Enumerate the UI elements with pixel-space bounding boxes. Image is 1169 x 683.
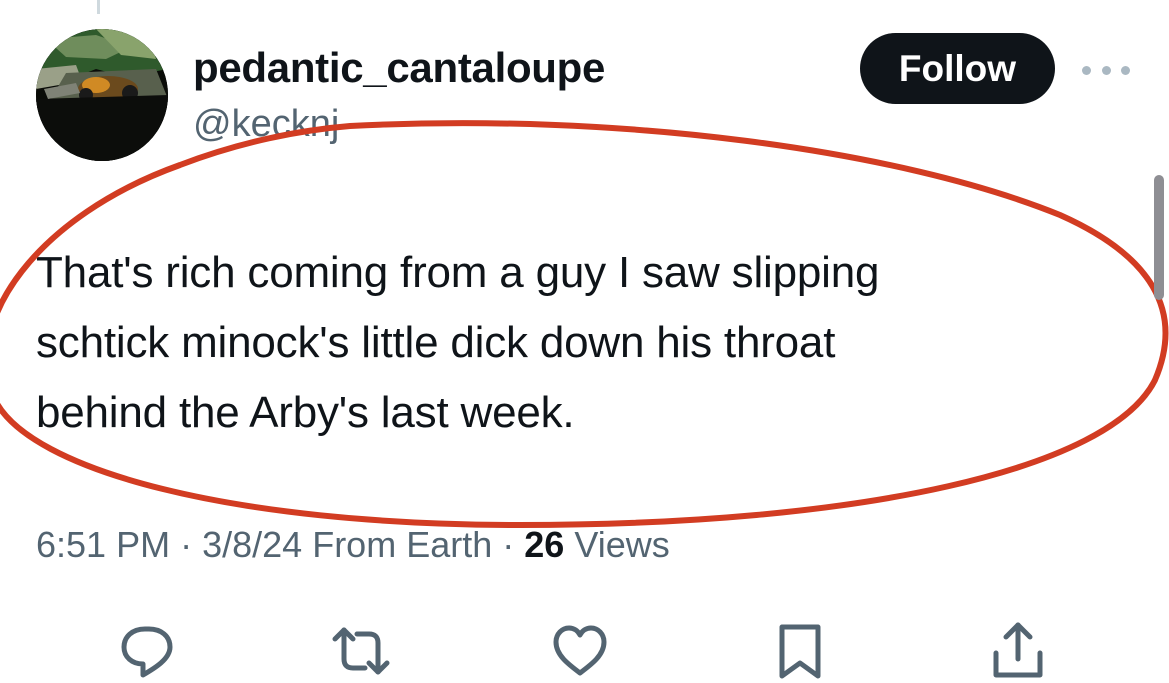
tweet-text-line: behind the Arby's last week. bbox=[36, 388, 575, 437]
meta-separator: · bbox=[180, 524, 203, 565]
views-label[interactable]: Views bbox=[574, 524, 669, 565]
more-dot bbox=[1101, 65, 1111, 75]
tweet-page: pedantic_cantaloupe @kecknj Follow That'… bbox=[0, 0, 1169, 683]
more-dot bbox=[1121, 65, 1130, 75]
retweet-icon[interactable] bbox=[331, 621, 391, 681]
follow-button[interactable]: Follow bbox=[860, 33, 1055, 104]
tweet-text-line: That's rich coming from a guy I saw slip… bbox=[36, 248, 880, 297]
avatar-image bbox=[36, 29, 168, 161]
tweet-source: From Earth bbox=[312, 524, 493, 565]
more-dot bbox=[1082, 65, 1091, 75]
tweet-date[interactable]: 3/8/24 bbox=[202, 524, 302, 565]
views-count[interactable]: 26 bbox=[524, 524, 564, 565]
action-bar bbox=[0, 615, 1169, 683]
meta-separator: · bbox=[502, 524, 525, 565]
like-icon[interactable] bbox=[550, 621, 610, 681]
tweet-time[interactable]: 6:51 PM bbox=[36, 524, 170, 565]
tweet-metadata: 6:51 PM · 3/8/24 From Earth · 26 Views bbox=[36, 524, 670, 566]
user-handle[interactable]: @kecknj bbox=[193, 103, 339, 146]
bookmark-icon[interactable] bbox=[770, 621, 830, 681]
tweet-text-line: schtick minock's little dick down his th… bbox=[36, 318, 836, 367]
scrollbar[interactable] bbox=[1154, 175, 1164, 300]
more-options-icon[interactable] bbox=[1082, 58, 1130, 82]
thread-connector-line bbox=[97, 0, 100, 14]
tweet-text: That's rich coming from a guy I saw slip… bbox=[36, 238, 1136, 448]
reply-icon[interactable] bbox=[117, 621, 177, 681]
avatar[interactable] bbox=[36, 29, 168, 161]
display-name[interactable]: pedantic_cantaloupe bbox=[193, 44, 605, 92]
share-icon[interactable] bbox=[988, 621, 1048, 681]
